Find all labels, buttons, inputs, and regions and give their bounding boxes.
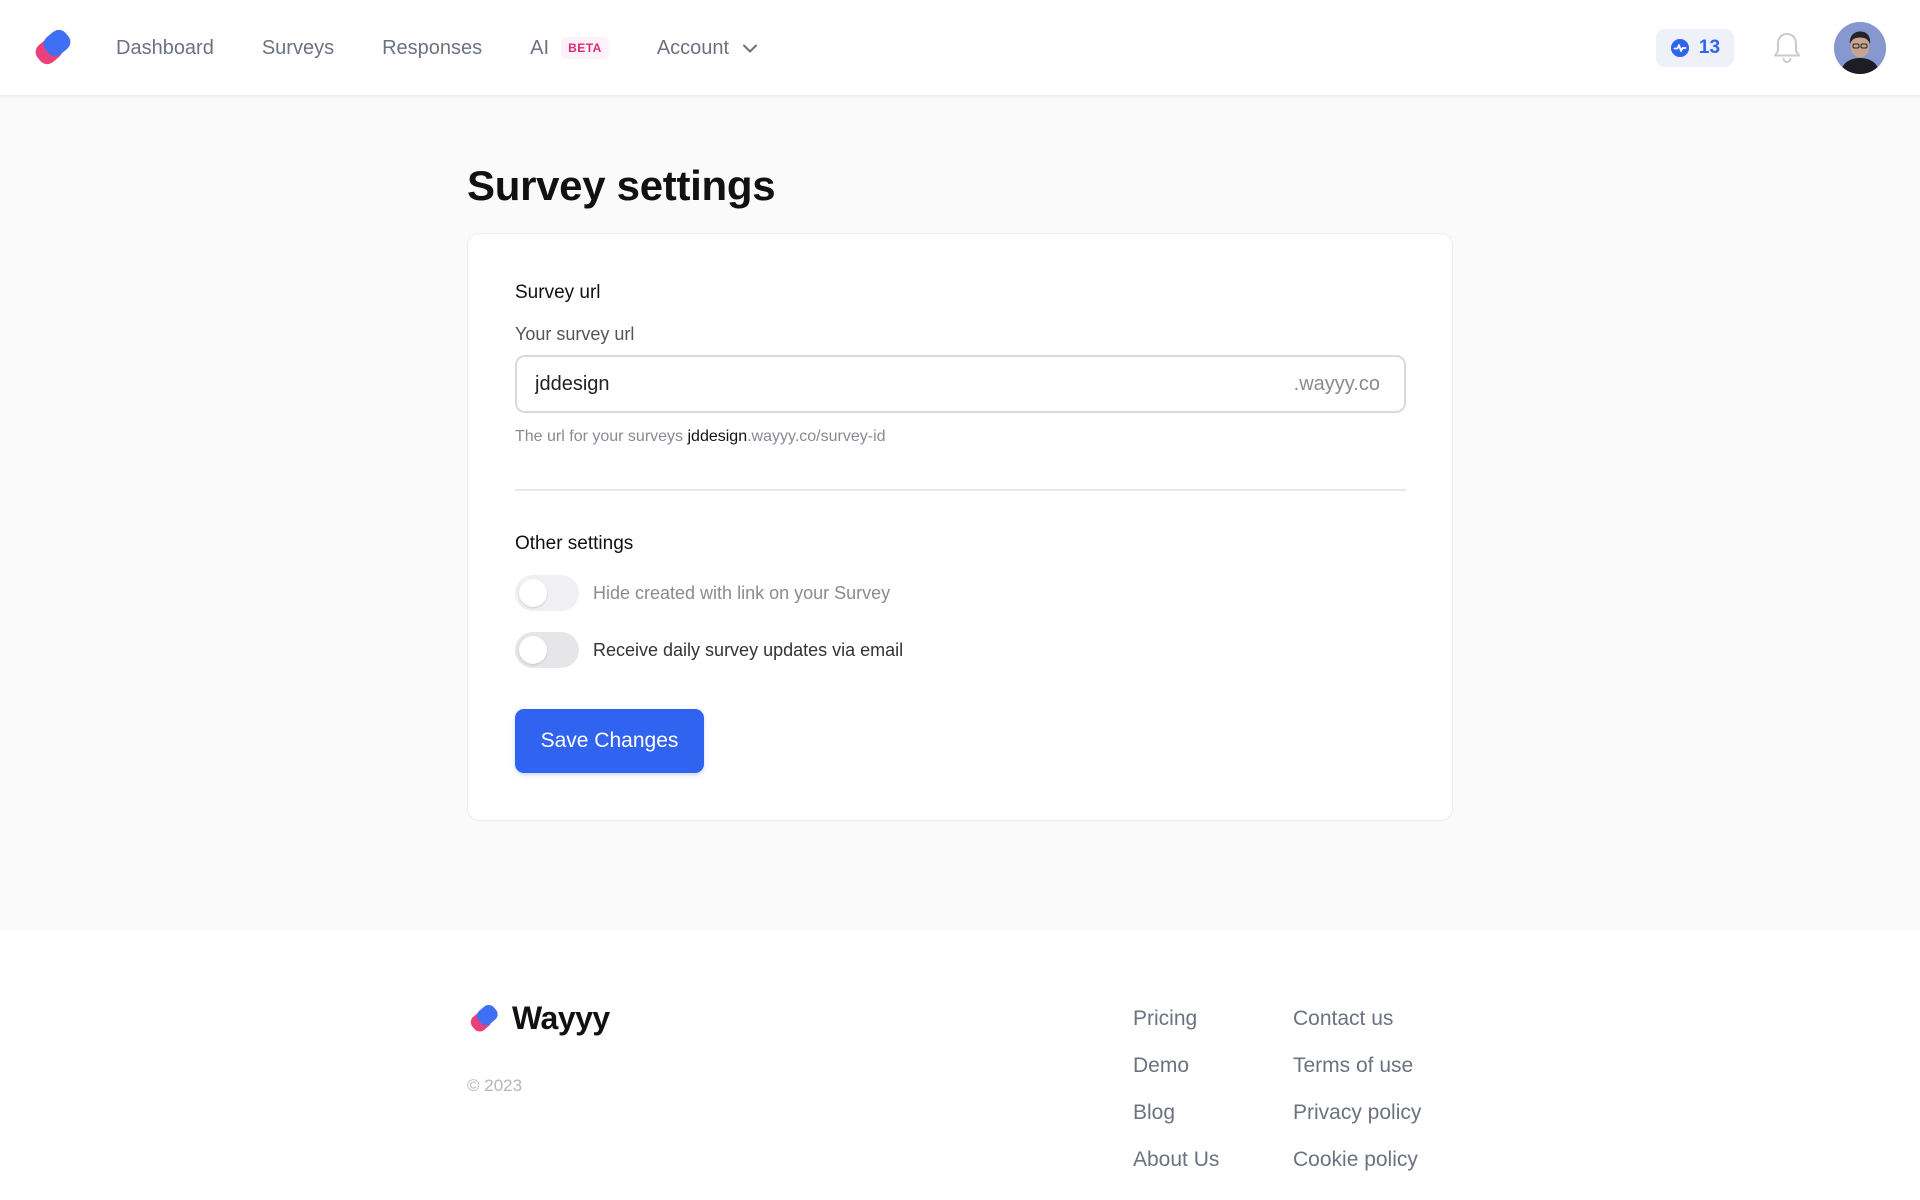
footer-link-cookie-policy[interactable]: Cookie policy [1293, 1149, 1421, 1171]
wayyy-logo-icon [470, 1004, 498, 1031]
section-divider [515, 489, 1406, 491]
nav-dashboard[interactable]: Dashboard [116, 37, 214, 60]
bell-icon[interactable] [1770, 30, 1804, 66]
nav-surveys[interactable]: Surveys [262, 37, 334, 60]
nav-surveys-label: Surveys [261, 36, 335, 59]
hide-created-with-toggle-row[interactable]: Hide created with link on your Survey [515, 575, 890, 611]
daily-updates-label: Receive daily survey updates via email [593, 639, 904, 660]
avatar-photo-icon [1834, 22, 1886, 74]
footer-links-col-2: Contact us Terms of use Privacy policy C… [1293, 1008, 1421, 1171]
help-subdomain: jddesign [687, 428, 748, 445]
footer-link-blog[interactable]: Blog [1133, 1102, 1219, 1124]
page-title: Survey settings [467, 162, 776, 209]
settings-card: Survey url Your survey url .wayyy.co The… [467, 233, 1453, 821]
nav-responses[interactable]: Responses [382, 37, 482, 60]
survey-url-label: Your survey url [515, 324, 635, 344]
help-prefix: The url for your surveys [515, 428, 688, 445]
nav-account-dropdown[interactable]: Account [657, 37, 759, 60]
daily-updates-toggle-row[interactable]: Receive daily survey updates via email [515, 632, 903, 668]
nav-dashboard-label: Dashboard [116, 36, 214, 59]
daily-updates-toggle[interactable] [515, 632, 579, 668]
footer-links-col-1: Pricing Demo Blog About Us [1133, 1008, 1219, 1171]
top-navigation: Dashboard Surveys Responses AI BETA Acco… [0, 0, 1920, 96]
toggle-knob [519, 579, 547, 607]
footer-link-terms-of-use[interactable]: Terms of use [1293, 1055, 1421, 1077]
survey-url-input[interactable] [535, 357, 1235, 411]
save-changes-button[interactable]: Save Changes [515, 709, 704, 773]
nav-ai-label: AI [530, 36, 550, 59]
wayyy-logo-icon[interactable] [32, 26, 76, 70]
site-footer: Wayyy © 2023 Pricing Demo Blog About Us … [0, 930, 1920, 1200]
survey-url-help-text: The url for your surveys jddesign.wayyy.… [515, 428, 886, 446]
hide-created-with-label: Hide created with link on your Survey [593, 582, 891, 603]
help-suffix: .wayyy.co/survey-id [747, 428, 886, 445]
footer-brand-name: Wayyy [512, 1000, 610, 1036]
nav-ai[interactable]: AI BETA [530, 37, 609, 60]
chevron-down-icon [743, 44, 758, 53]
beta-badge: BETA [561, 37, 609, 59]
footer-link-contact-us[interactable]: Contact us [1293, 1008, 1421, 1030]
nav-account-label: Account [656, 36, 730, 59]
footer-link-demo[interactable]: Demo [1133, 1055, 1219, 1077]
survey-url-section-title: Survey url [515, 282, 601, 303]
footer-link-privacy-policy[interactable]: Privacy policy [1293, 1102, 1421, 1124]
toggle-knob [519, 636, 547, 664]
survey-url-suffix: .wayyy.co [1293, 373, 1380, 395]
survey-url-field: .wayyy.co [515, 355, 1406, 413]
activity-count: 13 [1698, 37, 1721, 58]
other-settings-section-title: Other settings [515, 533, 634, 554]
nav-responses-label: Responses [382, 36, 483, 59]
activity-count-badge[interactable]: 13 [1656, 29, 1734, 67]
footer-logo[interactable]: Wayyy [468, 1000, 610, 1037]
hide-created-with-toggle[interactable] [515, 575, 579, 611]
primary-nav: Dashboard Surveys Responses AI BETA Acco… [116, 0, 759, 96]
footer-link-pricing[interactable]: Pricing [1133, 1008, 1219, 1030]
activity-badge-icon [1670, 39, 1689, 57]
footer-link-about-us[interactable]: About Us [1133, 1149, 1219, 1171]
user-avatar[interactable] [1834, 22, 1886, 74]
copyright: © 2023 [467, 1076, 523, 1095]
